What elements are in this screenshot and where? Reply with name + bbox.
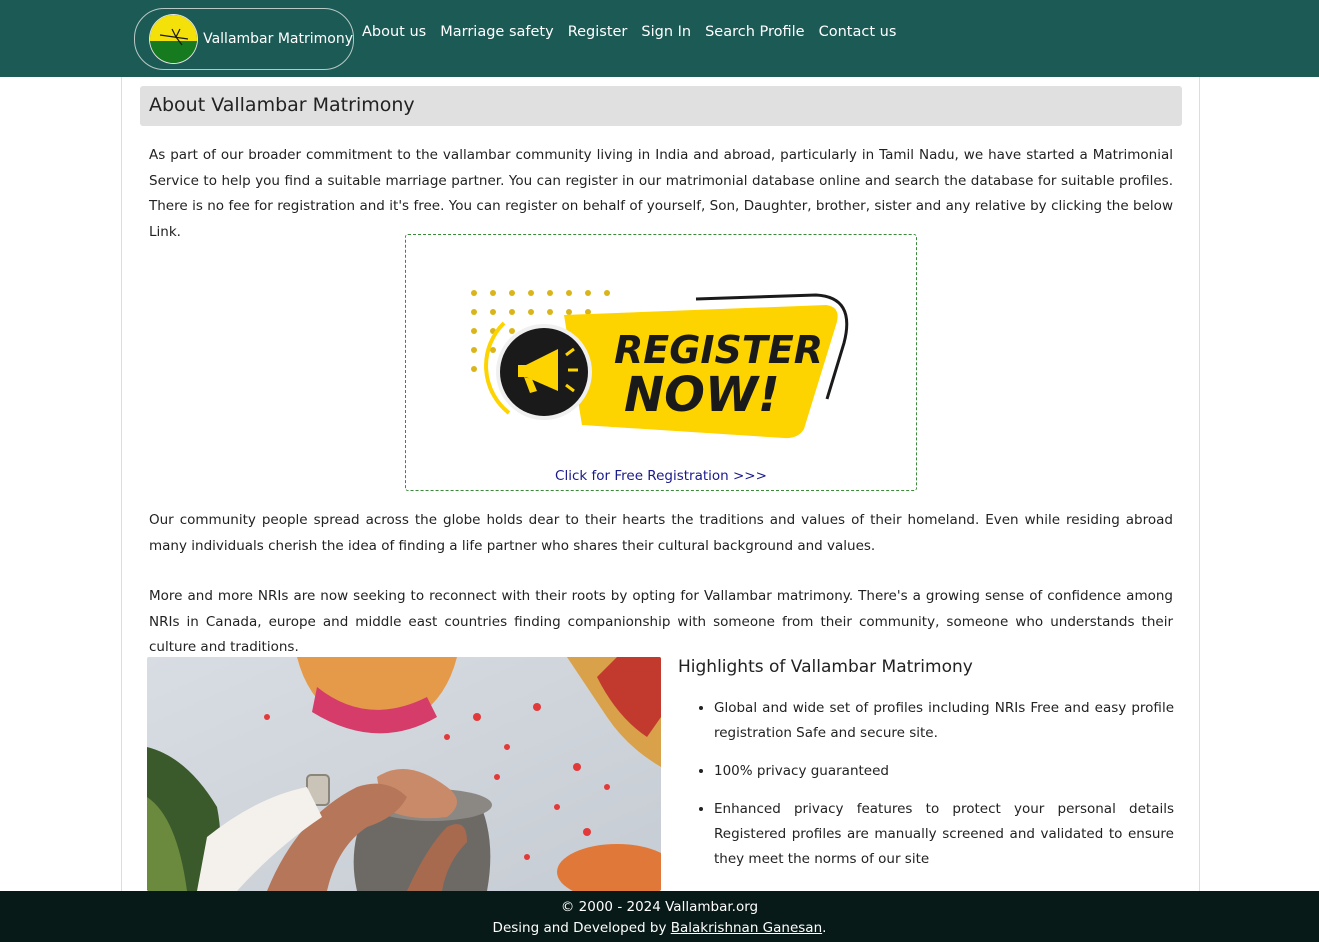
nav-search-profile[interactable]: Search Profile xyxy=(705,24,805,40)
copyright-text: © 2000 - 2024 Vallambar.org xyxy=(560,899,759,915)
vallambar-logo-icon xyxy=(149,14,199,64)
highlights-title: Highlights of Vallambar Matrimony xyxy=(678,657,973,677)
register-now-banner-image: REGISTER NOW! xyxy=(471,290,849,439)
free-registration-link[interactable]: Click for Free Registration >>> xyxy=(406,468,916,484)
nav-register[interactable]: Register xyxy=(568,24,628,40)
main-content: About Vallambar Matrimony As part of our… xyxy=(121,77,1200,891)
page-title-bar: About Vallambar Matrimony xyxy=(140,86,1182,126)
credit-suffix: . xyxy=(822,920,827,936)
nri-paragraph: More and more NRIs are now seeking to re… xyxy=(149,588,1173,655)
credit-prefix: Desing and Developed by xyxy=(492,920,671,936)
highlight-item: Global and wide set of profiles includin… xyxy=(714,696,1174,746)
nav-about-us[interactable]: About us xyxy=(362,24,426,40)
register-banner-box[interactable]: REGISTER NOW! Click for Free Registratio… xyxy=(405,234,917,491)
nav-sign-in[interactable]: Sign In xyxy=(641,24,691,40)
now-word: NOW! xyxy=(624,367,780,423)
brand-home-link[interactable]: Vallambar Matrimony xyxy=(134,8,354,70)
nav-marriage-safety[interactable]: Marriage safety xyxy=(440,24,553,40)
community-paragraph: Our community people spread across the g… xyxy=(149,512,1173,554)
brand-name: Vallambar Matrimony xyxy=(203,31,353,47)
highlight-item: Enhanced privacy features to protect you… xyxy=(714,797,1174,872)
developer-link[interactable]: Balakrishnan Ganesan xyxy=(671,920,822,936)
nav-contact-us[interactable]: Contact us xyxy=(819,24,897,40)
page-title: About Vallambar Matrimony xyxy=(149,94,415,116)
register-word: REGISTER xyxy=(614,328,823,372)
highlight-item: 100% privacy guaranteed xyxy=(714,759,1174,784)
intro-paragraph: As part of our broader commitment to the… xyxy=(149,147,1173,240)
top-navbar: Vallambar Matrimony About us Marriage sa… xyxy=(0,0,1319,77)
nav-menu: About us Marriage safety Register Sign I… xyxy=(362,24,896,40)
credit-line: Desing and Developed by Balakrishnan Gan… xyxy=(0,920,1319,936)
highlights-list: Global and wide set of profiles includin… xyxy=(696,696,1174,885)
page-footer: © 2000 - 2024 Vallambar.org Desing and D… xyxy=(0,891,1319,942)
wedding-ceremony-photo xyxy=(147,657,661,891)
